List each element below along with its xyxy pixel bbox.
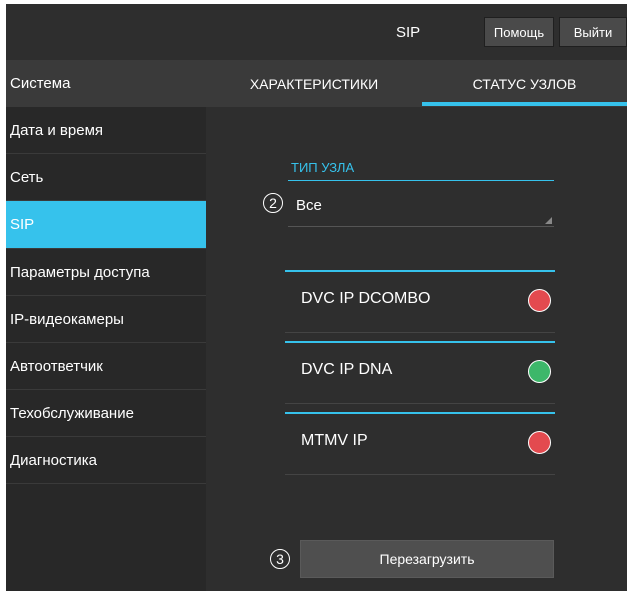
sidebar-item-system[interactable]: Система <box>6 60 206 107</box>
node-name: DVC IP DNA <box>301 361 393 378</box>
sidebar-item-maintenance[interactable]: Техобслуживание <box>6 390 206 437</box>
callout-2: 2 <box>263 193 283 213</box>
node-bottom-line <box>285 403 555 404</box>
node-divider <box>285 341 555 343</box>
top-bar: SIP Помощь Выйти <box>6 4 627 60</box>
dropdown-corner-icon <box>545 217 552 224</box>
status-dot <box>528 360 551 383</box>
sidebar-item-label: Параметры доступа <box>10 263 150 281</box>
node-type-select[interactable]: Все <box>288 187 554 227</box>
sidebar-item-ip-cameras[interactable]: IP-видеокамеры <box>6 296 206 343</box>
page-title: SIP <box>396 24 421 41</box>
main-panel: ТИП УЗЛА 2 Все DVC IP DCOMBO DVC IP DNA … <box>206 107 627 591</box>
sidebar-item-label: Сеть <box>10 168 44 186</box>
callout-3: 3 <box>270 549 290 569</box>
node-name: DVC IP DCOMBO <box>301 290 431 307</box>
tab-node-status[interactable]: СТАТУС УЗЛОВ <box>422 60 627 107</box>
sidebar-item-answering-machine[interactable]: Автоответчик <box>6 343 206 390</box>
sidebar-item-label: Техобслуживание <box>10 404 134 422</box>
tab-characteristics[interactable]: ХАРАКТЕРИСТИКИ <box>206 60 422 107</box>
sidebar-item-date-time[interactable]: Дата и время <box>6 107 206 154</box>
status-dot <box>528 289 551 312</box>
status-dot <box>528 431 551 454</box>
tab-bar: ХАРАКТЕРИСТИКИ СТАТУС УЗЛОВ <box>206 60 627 107</box>
node-type-label: ТИП УЗЛА <box>291 160 355 175</box>
node-bottom-line <box>285 474 555 475</box>
node-bottom-line <box>285 332 555 333</box>
reboot-button[interactable]: Перезагрузить <box>300 540 554 578</box>
sidebar-item-sip[interactable]: SIP <box>6 201 206 249</box>
app-window: SIP Помощь Выйти Система Дата и время Се… <box>6 4 627 591</box>
sidebar-item-label: Автоответчик <box>10 357 103 375</box>
sidebar-item-label: Система <box>10 74 71 92</box>
sidebar: Система Дата и время Сеть SIP Параметры … <box>6 60 206 591</box>
sidebar-item-label: IP-видеокамеры <box>10 310 124 328</box>
help-button[interactable]: Помощь <box>484 17 554 47</box>
node-divider <box>285 270 555 272</box>
sidebar-item-diagnostics[interactable]: Диагностика <box>6 437 206 484</box>
active-tab-indicator <box>422 102 627 106</box>
node-name: MTMV IP <box>301 432 368 449</box>
node-divider <box>285 412 555 414</box>
sidebar-item-label: Диагностика <box>10 451 97 469</box>
field-divider <box>288 180 554 181</box>
logout-button[interactable]: Выйти <box>559 17 627 47</box>
sidebar-item-access[interactable]: Параметры доступа <box>6 249 206 296</box>
sidebar-item-label: SIP <box>10 216 35 233</box>
node-type-value: Все <box>296 197 322 214</box>
sidebar-item-network[interactable]: Сеть <box>6 154 206 201</box>
sidebar-item-label: Дата и время <box>10 121 104 139</box>
